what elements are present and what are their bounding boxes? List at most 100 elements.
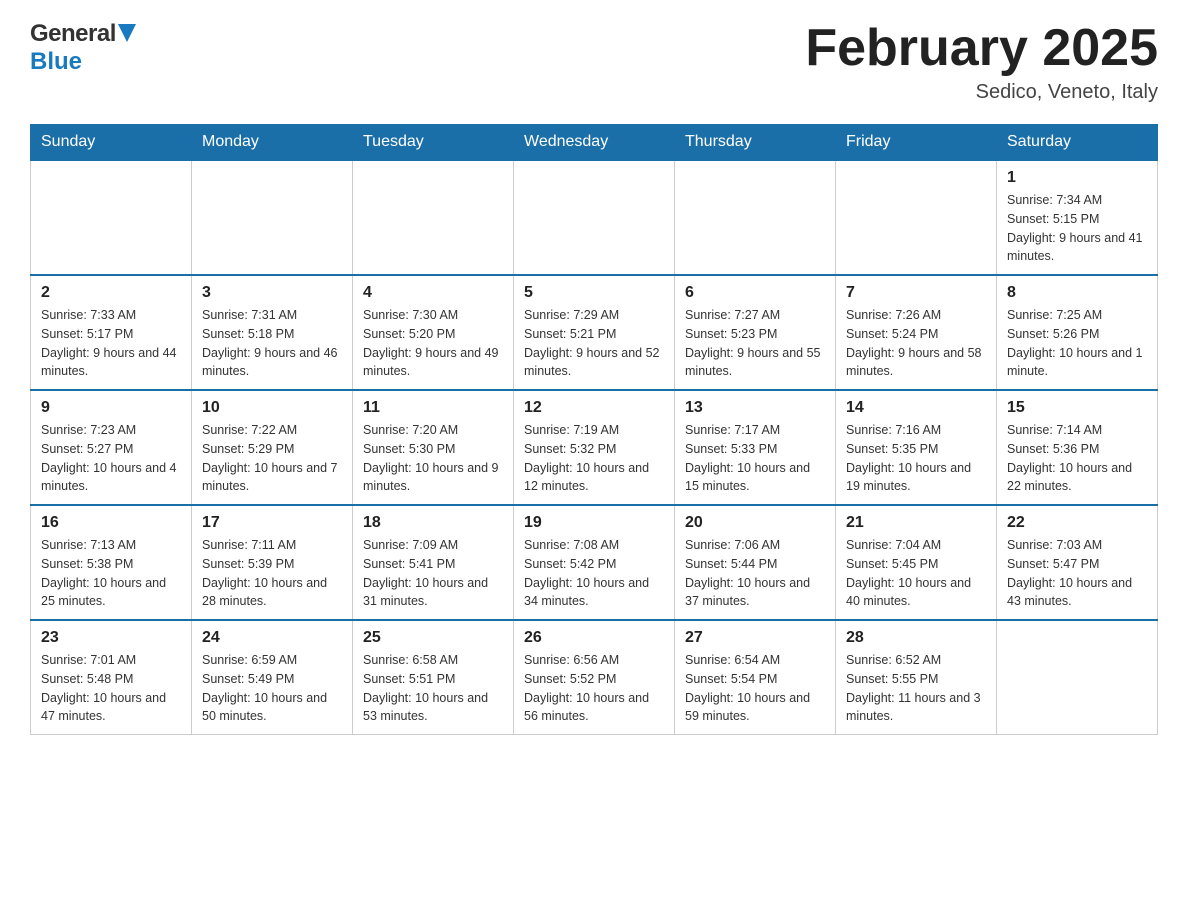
calendar-cell: 26Sunrise: 6:56 AMSunset: 5:52 PMDayligh… [514, 620, 675, 735]
day-info: Sunrise: 7:20 AMSunset: 5:30 PMDaylight:… [363, 421, 503, 496]
calendar-table: SundayMondayTuesdayWednesdayThursdayFrid… [30, 124, 1158, 735]
day-number: 11 [363, 399, 503, 417]
calendar-week-row: 1 Sunrise: 7:34 AMSunset: 5:15 PMDaylight… [31, 160, 1158, 275]
calendar-cell: 17Sunrise: 7:11 AMSunset: 5:39 PMDayligh… [192, 505, 353, 620]
logo-blue-text: Blue [30, 48, 82, 75]
day-number: 15 [1007, 399, 1147, 417]
day-number: 24 [202, 629, 342, 647]
calendar-cell: 23 Sunrise: 7:01 AMSunset: 5:48 PMDayligh… [31, 620, 192, 735]
day-of-week-header: Thursday [675, 125, 836, 161]
calendar-body: 1 Sunrise: 7:34 AMSunset: 5:15 PMDaylight… [31, 160, 1158, 735]
calendar-cell [192, 160, 353, 275]
day-of-week-header: Wednesday [514, 125, 675, 161]
day-info: Sunrise: 6:52 AMSunset: 5:55 PMDaylight:… [846, 651, 986, 726]
calendar-cell: 12 Sunrise: 7:19 AMSunset: 5:32 PMDayligh… [514, 390, 675, 505]
day-info: Sunrise: 6:59 AMSunset: 5:49 PMDaylight:… [202, 651, 342, 726]
day-number: 16 [41, 514, 181, 532]
day-info: Sunrise: 7:27 AMSunset: 5:23 PMDaylight:… [685, 306, 825, 381]
day-number: 14 [846, 399, 986, 417]
days-of-week-row: SundayMondayTuesdayWednesdayThursdayFrid… [31, 125, 1158, 161]
calendar-cell: 13 Sunrise: 7:17 AMSunset: 5:33 PMDayligh… [675, 390, 836, 505]
calendar-cell: 19 Sunrise: 7:08 AMSunset: 5:42 PMDayligh… [514, 505, 675, 620]
calendar-cell: 5Sunrise: 7:29 AMSunset: 5:21 PMDaylight… [514, 275, 675, 390]
day-number: 2 [41, 284, 181, 302]
calendar-week-row: 2 Sunrise: 7:33 AMSunset: 5:17 PMDaylight… [31, 275, 1158, 390]
day-number: 8 [1007, 284, 1147, 302]
day-of-week-header: Tuesday [353, 125, 514, 161]
calendar-cell: 18 Sunrise: 7:09 AMSunset: 5:41 PMDayligh… [353, 505, 514, 620]
calendar-cell: 16Sunrise: 7:13 AMSunset: 5:38 PMDayligh… [31, 505, 192, 620]
day-info: Sunrise: 6:58 AMSunset: 5:51 PMDaylight:… [363, 651, 503, 726]
day-number: 17 [202, 514, 342, 532]
day-number: 7 [846, 284, 986, 302]
calendar-cell [675, 160, 836, 275]
calendar-cell: 20 Sunrise: 7:06 AMSunset: 5:44 PMDayligh… [675, 505, 836, 620]
calendar-cell: 4 Sunrise: 7:30 AMSunset: 5:20 PMDaylight… [353, 275, 514, 390]
calendar-cell: 8 Sunrise: 7:25 AMSunset: 5:26 PMDaylight… [997, 275, 1158, 390]
calendar-cell: 25Sunrise: 6:58 AMSunset: 5:51 PMDayligh… [353, 620, 514, 735]
calendar-cell [31, 160, 192, 275]
calendar-cell [997, 620, 1158, 735]
day-info: Sunrise: 7:29 AMSunset: 5:21 PMDaylight:… [524, 306, 664, 381]
day-number: 20 [685, 514, 825, 532]
day-info: Sunrise: 7:08 AMSunset: 5:42 PMDaylight:… [524, 536, 664, 611]
day-info: Sunrise: 7:04 AMSunset: 5:45 PMDaylight:… [846, 536, 986, 611]
day-number: 9 [41, 399, 181, 417]
calendar-cell: 7 Sunrise: 7:26 AMSunset: 5:24 PMDaylight… [836, 275, 997, 390]
calendar-week-row: 23 Sunrise: 7:01 AMSunset: 5:48 PMDayligh… [31, 620, 1158, 735]
calendar-cell: 6 Sunrise: 7:27 AMSunset: 5:23 PMDaylight… [675, 275, 836, 390]
calendar-cell: 24 Sunrise: 6:59 AMSunset: 5:49 PMDayligh… [192, 620, 353, 735]
month-title: February 2025 [805, 20, 1158, 77]
day-number: 22 [1007, 514, 1147, 532]
day-of-week-header: Sunday [31, 125, 192, 161]
calendar-cell: 11 Sunrise: 7:20 AMSunset: 5:30 PMDayligh… [353, 390, 514, 505]
day-info: Sunrise: 6:54 AMSunset: 5:54 PMDaylight:… [685, 651, 825, 726]
day-of-week-header: Saturday [997, 125, 1158, 161]
day-info: Sunrise: 7:17 AMSunset: 5:33 PMDaylight:… [685, 421, 825, 496]
day-number: 28 [846, 629, 986, 647]
day-number: 27 [685, 629, 825, 647]
day-info: Sunrise: 7:26 AMSunset: 5:24 PMDaylight:… [846, 306, 986, 381]
calendar-header: SundayMondayTuesdayWednesdayThursdayFrid… [31, 125, 1158, 161]
calendar-cell: 10 Sunrise: 7:22 AMSunset: 5:29 PMDayligh… [192, 390, 353, 505]
day-number: 23 [41, 629, 181, 647]
day-number: 1 [1007, 169, 1147, 187]
day-info: Sunrise: 7:25 AMSunset: 5:26 PMDaylight:… [1007, 306, 1147, 381]
calendar-cell: 28 Sunrise: 6:52 AMSunset: 5:55 PMDayligh… [836, 620, 997, 735]
calendar-cell: 22Sunrise: 7:03 AMSunset: 5:47 PMDayligh… [997, 505, 1158, 620]
day-info: Sunrise: 7:30 AMSunset: 5:20 PMDaylight:… [363, 306, 503, 381]
day-number: 4 [363, 284, 503, 302]
calendar-cell: 14Sunrise: 7:16 AMSunset: 5:35 PMDayligh… [836, 390, 997, 505]
day-info: Sunrise: 7:01 AMSunset: 5:48 PMDaylight:… [41, 651, 181, 726]
title-area: February 2025 Sedico, Veneto, Italy [805, 20, 1158, 104]
logo: General Blue [30, 20, 136, 76]
location-text: Sedico, Veneto, Italy [805, 81, 1158, 104]
day-of-week-header: Friday [836, 125, 997, 161]
calendar-cell: 2 Sunrise: 7:33 AMSunset: 5:17 PMDaylight… [31, 275, 192, 390]
day-info: Sunrise: 7:34 AMSunset: 5:15 PMDaylight:… [1007, 191, 1147, 266]
day-info: Sunrise: 7:33 AMSunset: 5:17 PMDaylight:… [41, 306, 181, 381]
day-info: Sunrise: 7:09 AMSunset: 5:41 PMDaylight:… [363, 536, 503, 611]
day-number: 12 [524, 399, 664, 417]
calendar-cell: 1 Sunrise: 7:34 AMSunset: 5:15 PMDaylight… [997, 160, 1158, 275]
day-number: 13 [685, 399, 825, 417]
day-info: Sunrise: 7:31 AMSunset: 5:18 PMDaylight:… [202, 306, 342, 381]
day-number: 10 [202, 399, 342, 417]
calendar-week-row: 9 Sunrise: 7:23 AMSunset: 5:27 PMDaylight… [31, 390, 1158, 505]
calendar-cell [836, 160, 997, 275]
day-number: 19 [524, 514, 664, 532]
day-info: Sunrise: 7:06 AMSunset: 5:44 PMDaylight:… [685, 536, 825, 611]
calendar-cell: 27 Sunrise: 6:54 AMSunset: 5:54 PMDayligh… [675, 620, 836, 735]
day-info: Sunrise: 7:23 AMSunset: 5:27 PMDaylight:… [41, 421, 181, 496]
day-number: 18 [363, 514, 503, 532]
logo-triangle-icon [118, 24, 136, 44]
day-info: Sunrise: 7:22 AMSunset: 5:29 PMDaylight:… [202, 421, 342, 496]
day-number: 21 [846, 514, 986, 532]
day-number: 6 [685, 284, 825, 302]
calendar-cell: 15Sunrise: 7:14 AMSunset: 5:36 PMDayligh… [997, 390, 1158, 505]
page-header: General Blue February 2025 Sedico, Venet… [30, 20, 1158, 104]
day-info: Sunrise: 7:19 AMSunset: 5:32 PMDaylight:… [524, 421, 664, 496]
calendar-cell [353, 160, 514, 275]
calendar-week-row: 16Sunrise: 7:13 AMSunset: 5:38 PMDayligh… [31, 505, 1158, 620]
day-number: 3 [202, 284, 342, 302]
